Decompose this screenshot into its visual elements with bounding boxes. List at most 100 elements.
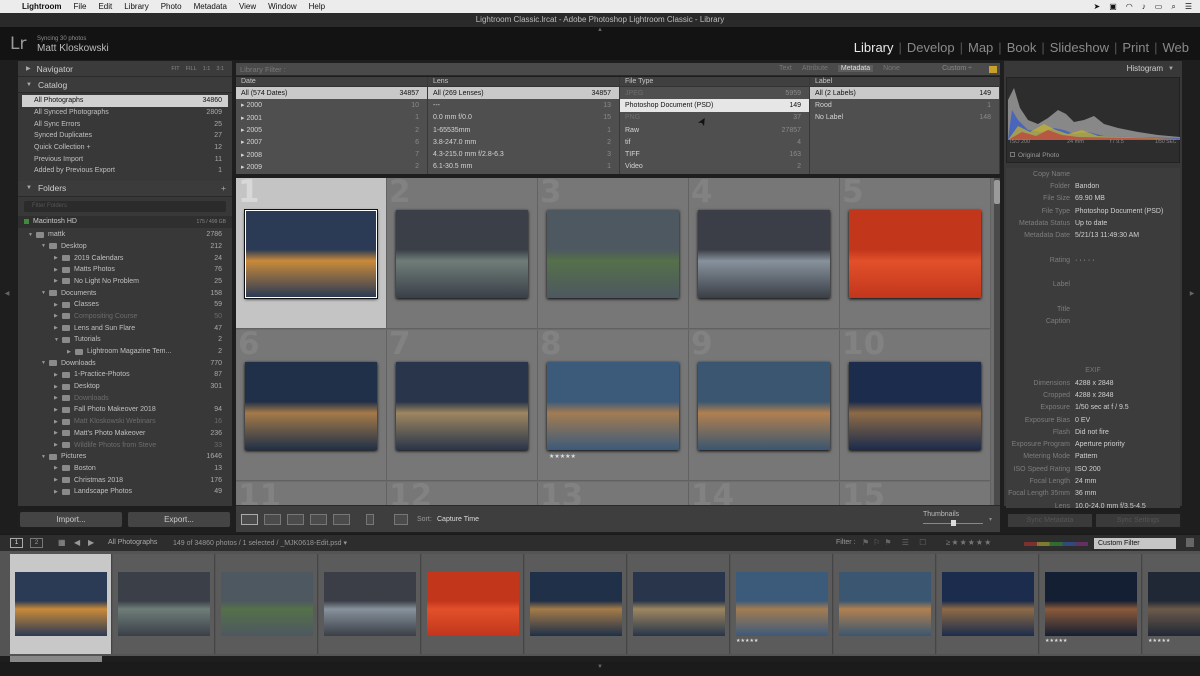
photo-thumbnail[interactable] [849,362,981,450]
metadata-value[interactable]: 0 EV [1075,417,1090,424]
collapse-bottom-icon[interactable]: ▼ [595,664,605,670]
filmstrip-image[interactable] [736,572,828,636]
folder-item[interactable]: ▼ Desktop 212 [22,241,228,253]
compare-view-icon[interactable] [287,514,304,525]
color-label-filter[interactable] [1024,542,1088,546]
slider-handle[interactable] [951,520,956,526]
module-web[interactable]: Web [1158,40,1195,55]
collapsed-arrow-icon[interactable]: ▶ [54,255,62,261]
module-library[interactable]: Library [849,40,899,55]
grid-scroll-thumb[interactable] [994,180,1000,204]
expand-arrow-icon[interactable]: ▼ [54,337,62,343]
menu-library[interactable]: Library [124,2,148,11]
grid-cell[interactable]: 7 [387,330,538,481]
filmstrip-image[interactable] [324,572,416,636]
collapsed-arrow-icon[interactable]: ▶ [54,489,62,495]
folder-item[interactable]: ▶ Classes 59 [22,299,228,311]
folder-item[interactable]: ▼ Documents 158 [22,287,228,299]
navigator-zoom-option[interactable]: FILL [186,66,197,72]
sync-metadata-button[interactable]: Sync Metadata [1008,514,1092,527]
custom-filter-select[interactable]: Custom Filter [1094,538,1176,549]
folder-item[interactable]: ▼ Downloads 770 [22,357,228,369]
folder-item[interactable]: ▶ No Light No Problem 25 [22,276,228,288]
folder-item[interactable]: ▶ Matt Kloskowski Webinars 16 [22,416,228,428]
navigator-zoom-option[interactable]: 3:1 [216,66,224,72]
photo-thumbnail[interactable] [698,210,830,298]
volume-header[interactable]: Macintosh HD 175 / 499 GB [18,215,232,228]
expand-arrow-icon[interactable]: ▼ [41,290,49,296]
folder-item[interactable]: ▶ Lens and Sun Flare 47 [22,322,228,334]
navigator-zoom-option[interactable]: FIT [171,66,179,72]
add-folder-icon[interactable]: + [221,183,226,193]
collapsed-arrow-icon[interactable]: ▶ [54,430,62,436]
filmstrip-image[interactable] [221,572,313,636]
filter-row[interactable]: TIFF 163 [620,148,809,160]
filmstrip-thumb[interactable] [937,554,1039,654]
sort-select[interactable]: Capture Time [437,516,479,523]
sync-settings-button[interactable]: Sync Settings [1096,514,1180,527]
metadata-value[interactable]: 1/50 sec at f / 9.5 [1075,404,1129,411]
folder-item[interactable]: ▶ Christmas 2018 176 [22,474,228,486]
metadata-value[interactable]: ISO 200 [1075,466,1101,473]
filter-row[interactable]: tif 4 [620,136,809,148]
filter-row[interactable]: Video 2 [620,161,809,173]
menu-metadata[interactable]: Metadata [194,2,227,11]
collapsed-arrow-icon[interactable]: ▶ [67,349,75,355]
collapsed-arrow-icon[interactable]: ▶ [54,419,62,425]
metadata-value[interactable]: 36 mm [1075,490,1096,497]
filter-row[interactable]: Rood 1 [810,99,999,111]
cursor-icon[interactable]: ➤ [1094,2,1101,12]
collapsed-arrow-icon[interactable]: ▶ [54,267,62,273]
filter-option-text[interactable]: Text [779,65,792,72]
search-icon[interactable]: ⌕ [1171,2,1175,12]
filter-row[interactable]: All (574 Dates) 34857 [236,87,427,100]
module-map[interactable]: Map [963,40,998,55]
folder-item[interactable]: ▶ Matts Photos 76 [22,264,228,276]
filter-row[interactable]: 0.0 mm f/0.0 15 [428,112,619,124]
expand-arrow-icon[interactable]: ▼ [41,243,49,249]
grid-cell[interactable]: 15 [840,482,991,505]
photo-thumbnail[interactable] [244,209,378,299]
navigator-zoom-option[interactable]: 1:1 [203,66,211,72]
sort-direction-icon[interactable] [394,514,408,525]
navigator-header[interactable]: ▶ Navigator FIT FILL 1:1 3:1 [18,61,232,77]
filter-row[interactable]: ▸ 2005 2 [236,124,427,136]
catalog-item[interactable]: All Photographs 34860 [22,95,228,107]
metadata-value[interactable]: Did not fire [1075,429,1109,436]
filmstrip-thumb[interactable] [628,554,730,654]
battery-icon[interactable]: ▭ [1155,2,1163,12]
filter-column-header[interactable]: Date [236,77,427,87]
filter-option-none[interactable]: None [883,65,900,72]
grid-scrollbar[interactable] [994,178,1000,505]
filmstrip-thumb[interactable] [319,554,421,654]
folder-item[interactable]: ▶ Wildlife Photos from Steve 33 [22,439,228,451]
filmstrip-thumb[interactable]: ★★★★★ [1040,554,1142,654]
filmstrip-image[interactable] [633,572,725,636]
menu-window[interactable]: Window [268,2,296,11]
collapsed-arrow-icon[interactable]: ▶ [54,302,62,308]
collapse-top-icon[interactable]: ▲ [595,27,605,33]
collapsed-arrow-icon[interactable]: ▶ [54,325,62,331]
menu-photo[interactable]: Photo [161,2,182,11]
module-print[interactable]: Print [1117,40,1154,55]
filter-row[interactable]: 3.8-247.0 mm 2 [428,136,619,148]
filter-column-header[interactable]: File Type [620,77,809,87]
filmstrip-image[interactable] [530,572,622,636]
metadata-value[interactable]: 4288 x 2848 [1075,392,1114,399]
filter-row[interactable]: JPEG 5959 [620,87,809,99]
filter-option-attribute[interactable]: Attribute [802,65,828,72]
photo-thumbnail[interactable] [547,210,679,298]
filmstrip-thumb[interactable] [525,554,627,654]
folder-item[interactable]: ▼ Tutorials 2 [22,334,228,346]
window-2-button[interactable]: 2 [30,538,43,548]
metadata-value[interactable]: 4288 x 2848 [1075,380,1114,387]
histogram-header[interactable]: Histogram ▼ [1004,61,1182,76]
metadata-value[interactable]: Aperture priority [1075,441,1125,448]
filter-row[interactable]: PNG 37 [620,112,809,124]
grid-cell[interactable]: 9 [689,330,840,481]
menu-app[interactable]: Lightroom [22,2,62,11]
sync-status[interactable]: Syncing 30 photos [37,36,86,42]
collapsed-arrow-icon[interactable]: ▶ [54,313,62,319]
import-button[interactable]: Import... [20,512,122,527]
catalog-header[interactable]: ▼ Catalog [18,77,232,93]
